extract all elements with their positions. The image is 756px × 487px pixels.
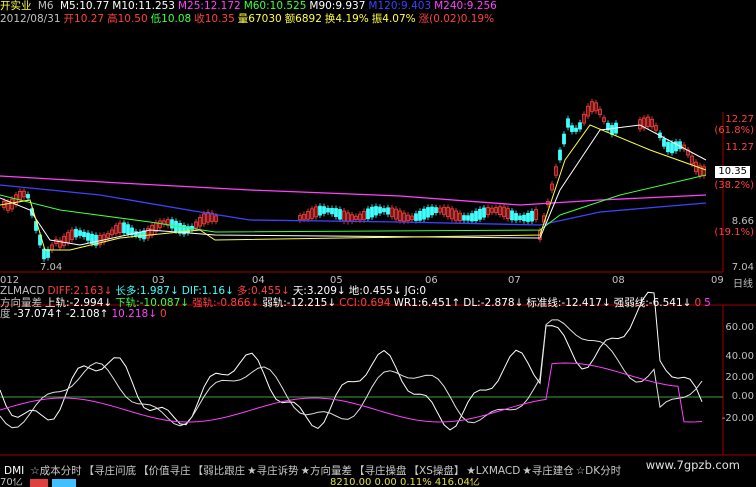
indicator-tab[interactable]: ☆成本分时 [30,465,81,477]
ohlc-value: 振4.07% [371,13,416,25]
indicator-tab[interactable]: ☆DK分时 [576,465,621,477]
ohlc-value: 收10.35 [194,13,235,25]
indicator-value: 弱轨:-12.215↓ [262,297,337,309]
price-axis-label: 12.27 [725,114,754,125]
indicator-axis-label: 20.00 [725,372,754,383]
indicator-tab[interactable]: ★寻庄建仓 [522,465,573,477]
status-bar: 70亿 8210.00 0.00 0.11% 416.04亿 [0,478,756,487]
indicator-value: 强弱线:-6.541↓ [613,297,692,309]
ohlc-header-row: 2012/08/31 开10.27 高10.50 低10.08 收10.35 量67030… [0,13,500,26]
price-axis-label: (19.1%) [714,227,754,238]
price-axis-label: (38.2%) [714,180,754,191]
ma-header-row: 开实业 M6 M5:10.77 M10:11.253 M25:12.172 M60:1… [0,0,503,13]
ma-value: M240:9.256 [434,0,497,12]
date-axis-label: 07 [508,275,521,286]
indicator-tabs: DMI ☆成本分时 【寻庄问底 【价值寻庄 【弱比跟庄 ★寻庄诉势 ★方向量差 【寻庄操盘 【X… [0,464,623,478]
ma-values: M5:10.77 M10:11.253 M25:12.172 M60:10.525 M9… [60,0,500,12]
current-price-box: 10.35 [715,166,750,178]
indicator-axis-label: 0.00 [731,391,754,402]
ma-value: M60:10.525 [243,0,307,12]
indicator-value: 0 [160,308,167,320]
indicator-value: 长多:1.987↓ [115,285,179,297]
price-axis-label: (61.8%) [714,125,754,136]
indicator-axis-label: 40.00 [725,351,754,362]
status-left: 70亿 [0,478,23,487]
status-red-block [30,479,48,487]
indicator-line-3: 度 -37.074↑ -2.108↑ 10.218↓ 0 [0,308,170,321]
status-blue-block [52,479,76,487]
watermark-text: www.7gpzb.com [645,458,740,472]
ohlc-value: 量67030 [237,13,282,25]
indicator-value: JG:0 [404,285,427,297]
indicator-value: 0 [694,297,702,309]
ohlc-value: 2012/08/31 [0,13,61,25]
ohlc-value: 涨(0.02)0.19% [418,13,495,25]
price-axis-label: 8.66 [731,216,754,227]
moving-average-lines [0,124,707,251]
indicator-tab[interactable]: 【寻庄操盘 [354,465,407,477]
ma-value: M5:10.77 [59,0,110,12]
indicator-tab[interactable]: ★方向量差 [301,465,352,477]
indicator-tab[interactable]: 【价值寻庄 [138,465,191,477]
indicator-tab[interactable]: 【XS操盘】 [409,465,465,477]
ohlc-value: 高10.50 [107,13,148,25]
period-unit-label: 日线 [733,279,753,290]
indicator-value: 标准线:-12.417↓ [526,297,611,309]
chart-canvas [0,98,756,456]
indicator-value: 度 [0,308,11,320]
indicator-tab[interactable]: 【弱比跟庄 [193,465,246,477]
indicator-tab[interactable]: ★寻庄诉势 [247,465,298,477]
date-axis-label: 09 [711,275,724,286]
indicator-tab[interactable]: DMI [0,465,28,477]
indicator-value: 5 [704,297,711,309]
ma-value: M120:9.403 [368,0,432,12]
ma-value: M25:12.172 [177,0,241,12]
ohlc-value: 开10.27 [63,13,105,25]
indicator-tab[interactable]: ★LXMACD [466,465,520,477]
period-label: M6 [37,0,54,12]
ma-value: M90:9.937 [309,0,366,12]
ohlc-value: 额6892 [284,13,322,25]
indicator-tab[interactable]: 【寻庄问底 [84,465,137,477]
ohlc-values: 2012/08/31 开10.27 高10.50 低10.08 收10.35 量67030… [0,13,497,25]
indicator-value: DL:-2.878↓ [463,297,524,309]
indicator-value: 多:0.455↓ [236,285,290,297]
indicator-axis-label: 60.00 [725,322,754,333]
indicator-value: -37.074↑ [13,308,63,320]
indicator-value: 强轨:-0.866↓ [192,297,260,309]
indicator-value: 10.218↓ [111,308,158,320]
ohlc-value: 低10.08 [150,13,192,25]
stock-title: 开实业 [0,0,32,12]
status-index: 8210.00 0.00 0.11% 416.04亿 [330,478,480,487]
indicator-axis-label: -20.00 [721,413,754,424]
ohlc-value: 换4.19% [324,13,369,25]
indicator-value: ZLMACD [0,285,45,297]
ma-value: M10:11.253 [112,0,175,12]
low-price-marker: 7.04 [40,262,63,273]
indicator-value: -2.108↑ [65,308,109,320]
candlestick-area [2,98,706,262]
indicator-value: WR1:6.451↑ [393,297,461,309]
price-axis-label: 11.27 [725,142,754,153]
date-axis-label: 08 [612,275,625,286]
indicator-value: DIF:1.16↓ [181,285,234,297]
indicator-value: CCI:0.694 [339,297,391,309]
indicator-value: 天:3.209↓ [292,285,346,297]
indicator-value: DIFF:2.163↓ [47,285,113,297]
indicator-value: 地:0.455↓ [348,285,402,297]
price-axis-label: 7.04 [731,262,754,273]
